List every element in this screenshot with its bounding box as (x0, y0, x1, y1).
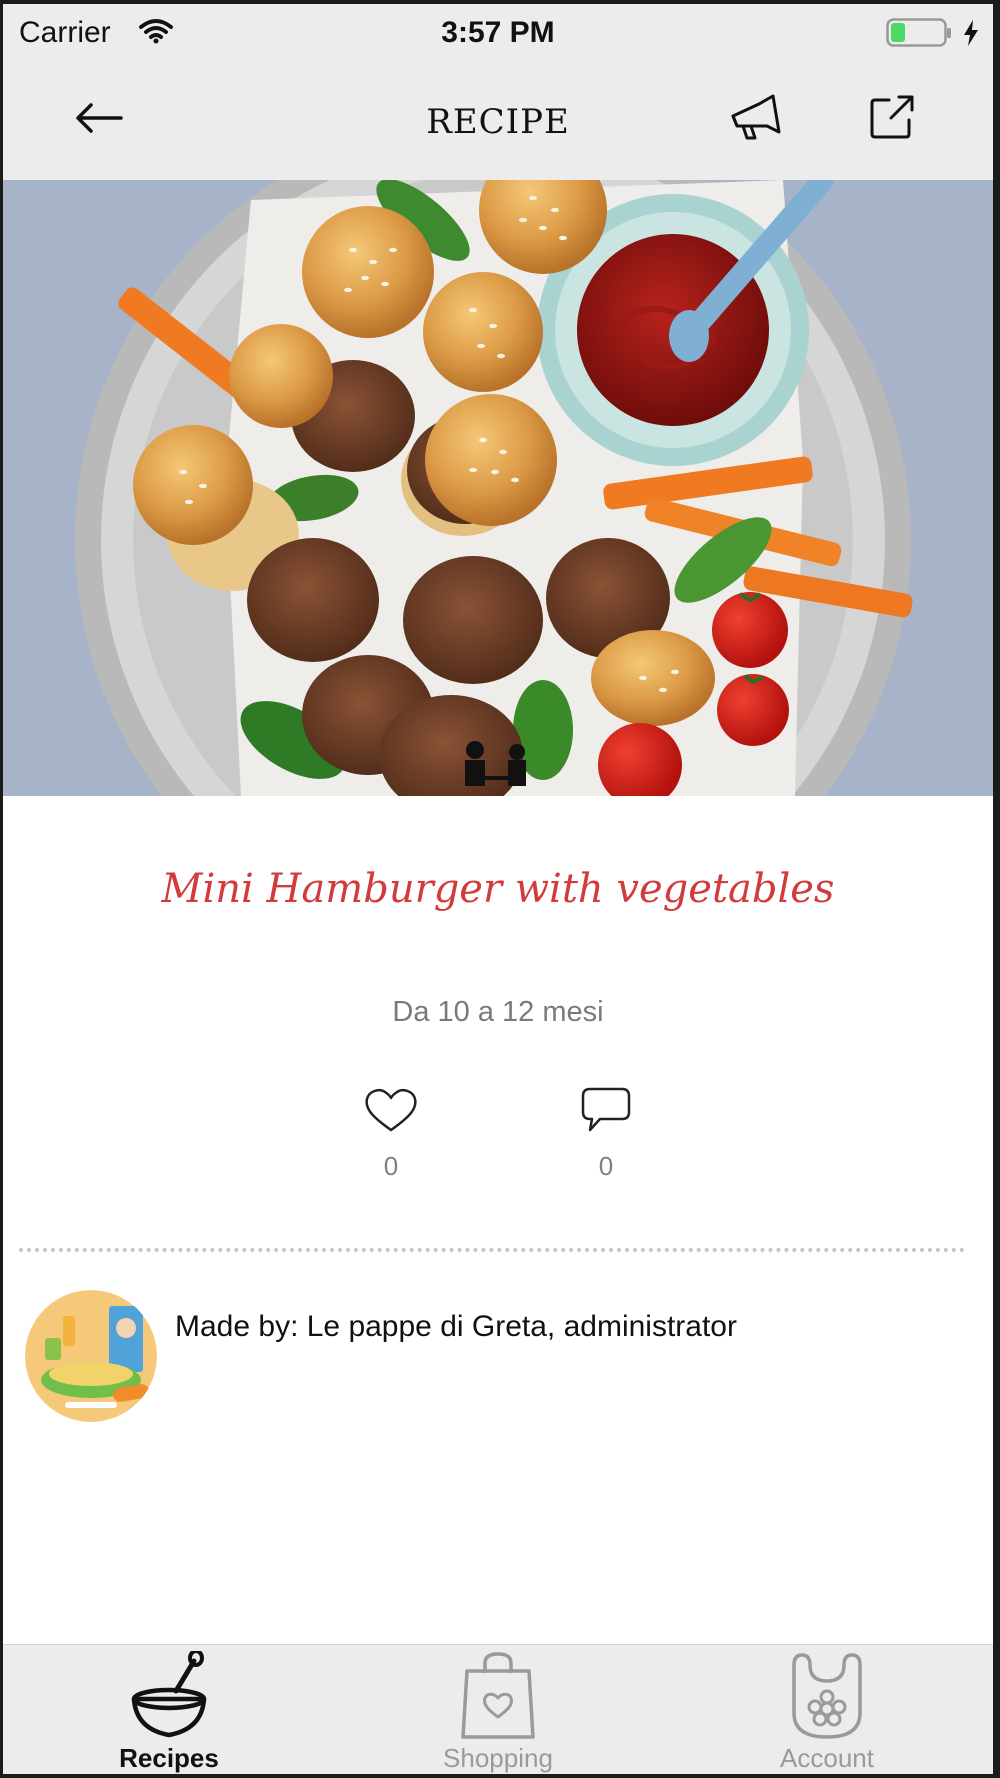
shopping-bag-icon (461, 1652, 535, 1739)
section-divider (19, 1248, 965, 1252)
tab-shopping[interactable]: Shopping (408, 1645, 588, 1774)
avatar[interactable] (25, 1290, 157, 1422)
like-count: 0 (383, 1151, 399, 1181)
bowl-icon (131, 1651, 207, 1738)
tab-recipes-label: Recipes (119, 1743, 219, 1773)
share-icon[interactable] (869, 94, 915, 140)
tab-account-label: Account (780, 1743, 874, 1773)
status-bar: Carrier 3:57 PM (3, 4, 993, 64)
comment-button[interactable]: 0 (576, 1086, 636, 1182)
tab-recipes[interactable]: Recipes (79, 1645, 259, 1774)
bib-icon (792, 1653, 862, 1739)
megaphone-icon[interactable] (729, 94, 785, 142)
comment-count: 0 (598, 1151, 614, 1181)
age-range-label: Da 10 a 12 mesi (392, 996, 604, 1028)
battery-icon (886, 18, 951, 47)
tab-shopping-label: Shopping (443, 1743, 553, 1773)
page-title: RECIPE (426, 102, 570, 142)
avatar-illustration (25, 1290, 157, 1422)
like-button[interactable]: 0 (361, 1086, 421, 1182)
app-screen: Carrier 3:57 PM RECIPE Mini Hamburger wi… (3, 4, 993, 1774)
author-credit: Made by: Le pappe di Greta, administrato… (175, 1310, 737, 1343)
bolt-icon (964, 20, 978, 46)
tab-account[interactable]: Account (737, 1645, 917, 1774)
comment-icon (581, 1087, 631, 1132)
navigation-bar: RECIPE (3, 64, 993, 180)
recipe-photo-illustration (3, 180, 993, 796)
recipe-photo (3, 180, 993, 796)
clock: 3:57 PM (441, 16, 555, 49)
recipe-title: Mini Hamburger with vegetables (161, 866, 835, 912)
heart-icon (365, 1089, 417, 1132)
tab-bar: Recipes Shopping Account (3, 1644, 993, 1774)
